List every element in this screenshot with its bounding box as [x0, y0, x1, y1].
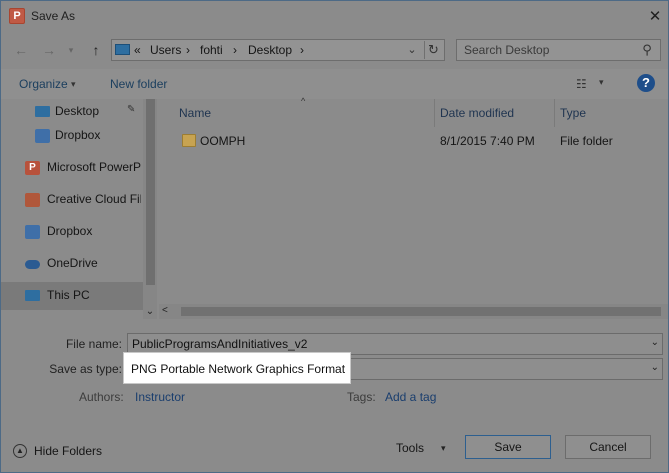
tools-button[interactable]: Tools: [396, 441, 424, 455]
organize-button[interactable]: Organize: [19, 77, 68, 91]
breadcrumb-separator[interactable]: ›: [233, 43, 237, 57]
sidebar-item-onedrive[interactable]: OneDrive: [1, 250, 143, 278]
save-as-type-label: Save as type:: [49, 362, 122, 376]
sidebar-item-label: Dropbox: [47, 224, 93, 238]
breadcrumb-overflow[interactable]: «: [134, 43, 141, 57]
chevron-down-icon[interactable]: ⌄: [651, 337, 659, 348]
view-options-dropdown-icon[interactable]: ▾: [599, 77, 604, 88]
sidebar-item-label: Microsoft PowerPoint: [47, 160, 141, 174]
file-name-cell: OOMPH: [200, 134, 246, 148]
save-as-dialog: P Save As ✕ ← → ▾ ↑ « Users › fohti › De…: [0, 0, 669, 473]
search-input[interactable]: Search Desktop ⚲: [456, 39, 661, 61]
powerpoint-app-icon: P: [9, 8, 25, 24]
type-cell: File folder: [560, 134, 613, 148]
computer-icon: [115, 44, 130, 55]
address-history-dropdown-icon[interactable]: ⌄: [404, 42, 420, 58]
search-placeholder: Search Desktop: [464, 43, 550, 57]
sidebar-item-label: This PC: [47, 288, 90, 302]
add-tag-link[interactable]: Add a tag: [385, 390, 436, 404]
sidebar-item-creative-cloud[interactable]: Creative Cloud Files: [1, 186, 143, 214]
desktop-icon: [35, 106, 50, 117]
dialog-title: Save As: [31, 9, 76, 23]
sidebar-item-label: Dropbox: [55, 128, 101, 142]
up-arrow-icon[interactable]: ↑: [86, 40, 106, 60]
breadcrumb-users[interactable]: Users: [150, 43, 181, 57]
authors-label: Authors:: [79, 390, 124, 404]
breadcrumb-desktop[interactable]: Desktop: [248, 43, 292, 57]
back-arrow-icon[interactable]: ←: [11, 40, 31, 60]
command-bar: Organize ▾ New folder ☷ ▾ ?: [1, 69, 668, 99]
scroll-left-icon[interactable]: <: [162, 305, 168, 316]
computer-icon: [25, 290, 40, 301]
forward-arrow-icon[interactable]: →: [39, 40, 59, 60]
column-divider[interactable]: [434, 99, 435, 127]
sidebar-item-this-pc[interactable]: This PC: [1, 282, 143, 310]
breadcrumb-separator[interactable]: ›: [300, 43, 304, 57]
help-icon[interactable]: ?: [637, 74, 655, 92]
authors-link[interactable]: Instructor: [135, 390, 185, 404]
sidebar-item-label: OneDrive: [47, 256, 98, 270]
sidebar-item-dropbox-quick[interactable]: Dropbox: [1, 122, 143, 150]
table-row[interactable]: OOMPH 8/1/2015 7:40 PM File folder: [159, 127, 668, 155]
new-folder-button[interactable]: New folder: [110, 77, 167, 91]
tags-label: Tags:: [347, 390, 376, 404]
chevron-up-icon: ▲: [13, 444, 27, 458]
powerpoint-icon: P: [25, 161, 40, 175]
column-header-date-modified[interactable]: Date modified: [440, 106, 514, 120]
sidebar-item-microsoft-powerpoint[interactable]: P Microsoft PowerPoint: [1, 154, 143, 182]
file-list: Name ^ Date modified Type OOMPH 8/1/2015…: [159, 96, 668, 319]
dropbox-icon: [25, 225, 40, 239]
creative-cloud-icon: [25, 193, 40, 207]
chevron-down-icon[interactable]: ⌄: [651, 362, 659, 373]
organize-dropdown-icon[interactable]: ▾: [71, 79, 76, 90]
tools-dropdown-icon[interactable]: ▾: [441, 443, 446, 454]
address-bar[interactable]: « Users › fohti › Desktop › ⌄ ↻: [111, 39, 445, 61]
refresh-icon[interactable]: ↻: [424, 41, 442, 59]
navigation-pane: Desktop ✎ Dropbox P Microsoft PowerPoint…: [1, 99, 157, 319]
pin-icon[interactable]: ✎: [127, 104, 135, 115]
breadcrumb-fohti[interactable]: fohti: [200, 43, 223, 57]
file-name-value: PublicProgramsAndInitiatives_v2: [132, 337, 308, 351]
hide-folders-label: Hide Folders: [34, 444, 103, 458]
folder-icon: [182, 134, 196, 147]
dropbox-icon: [35, 129, 50, 143]
sort-ascending-icon: ^: [301, 96, 306, 106]
breadcrumb-separator[interactable]: ›: [186, 43, 190, 57]
recent-locations-dropdown-icon[interactable]: ▾: [61, 40, 81, 60]
save-as-type-value: PNG Portable Network Graphics Format: [131, 362, 346, 376]
title-bar: P Save As ✕: [1, 1, 668, 33]
sidebar-item-dropbox[interactable]: Dropbox: [1, 218, 143, 246]
file-name-label: File name:: [65, 337, 122, 351]
column-divider[interactable]: [554, 99, 555, 127]
save-as-type-highlight[interactable]: PNG Portable Network Graphics Format: [123, 352, 351, 384]
column-header-name[interactable]: Name: [179, 106, 211, 120]
sidebar-item-label: Creative Cloud Files: [47, 192, 141, 206]
horizontal-scroll-thumb[interactable]: [181, 307, 661, 316]
search-icon[interactable]: ⚲: [639, 42, 655, 58]
save-button[interactable]: Save: [465, 435, 551, 459]
column-header-type[interactable]: Type: [560, 106, 586, 120]
date-modified-cell: 8/1/2015 7:40 PM: [440, 134, 535, 148]
change-view-icon[interactable]: ☷: [576, 77, 592, 91]
close-icon[interactable]: ✕: [645, 7, 665, 27]
onedrive-icon: [25, 260, 40, 269]
scroll-down-icon[interactable]: ⌄: [144, 305, 156, 319]
navigation-scroll-thumb[interactable]: [146, 99, 155, 285]
cancel-button[interactable]: Cancel: [565, 435, 651, 459]
